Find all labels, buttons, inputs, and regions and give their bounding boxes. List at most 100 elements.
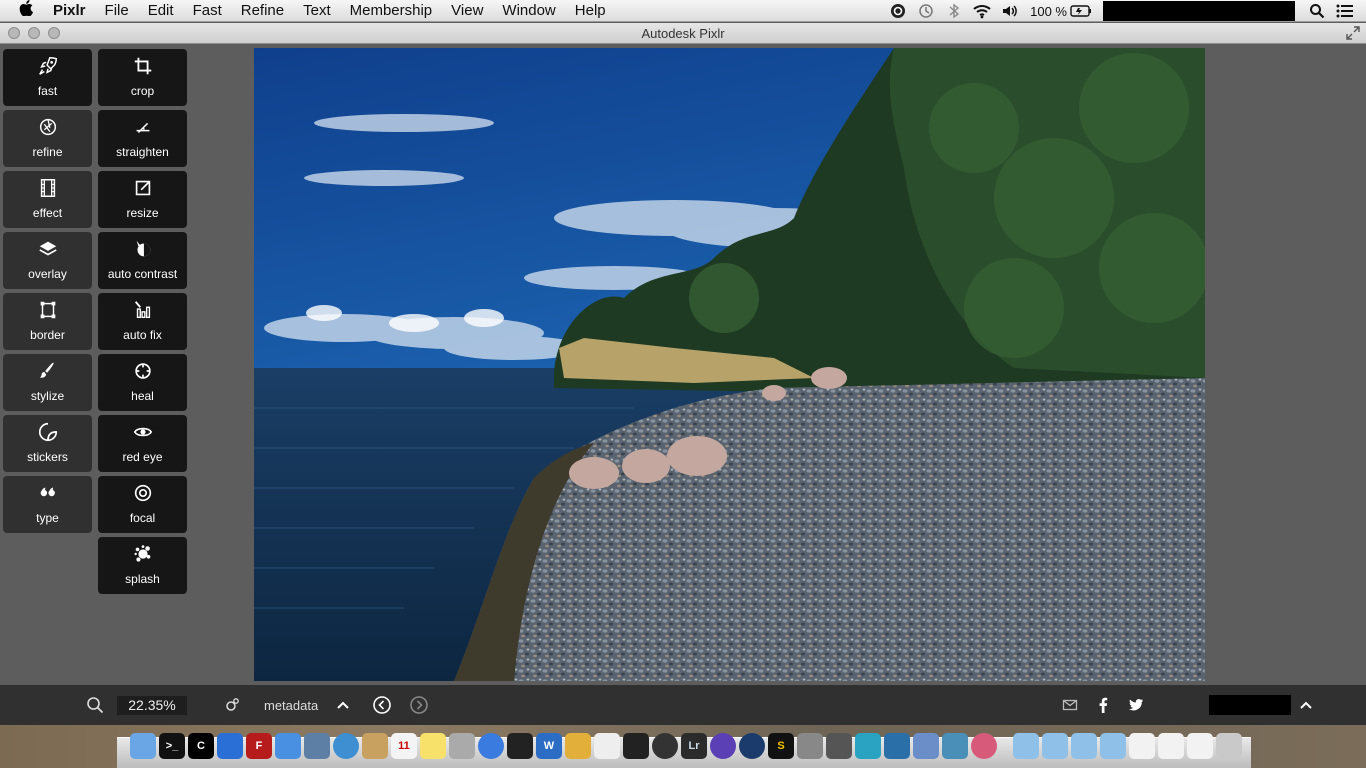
next-image-button[interactable] [409, 685, 429, 725]
app-edit-icon[interactable] [565, 733, 591, 759]
app-pmk-icon[interactable] [884, 733, 910, 759]
zoom-icon[interactable] [86, 685, 104, 725]
calendar-icon[interactable]: 11 [391, 733, 417, 759]
app-s-icon[interactable]: S [768, 733, 794, 759]
menu-fast[interactable]: Fast [193, 2, 222, 19]
tool-stickers[interactable]: stickers [3, 415, 92, 472]
window-title: Autodesk Pixlr [641, 26, 725, 41]
window-minimize-button[interactable] [28, 27, 40, 39]
zoom-field[interactable]: 22.35% [117, 695, 187, 715]
window-close-button[interactable] [8, 27, 20, 39]
documents-folder-icon[interactable] [1042, 733, 1068, 759]
itunes-icon[interactable] [478, 733, 504, 759]
volume-icon[interactable] [999, 2, 1021, 20]
spotlight-search-icon[interactable] [1306, 2, 1328, 20]
folder-icon[interactable] [1100, 733, 1126, 759]
calculator-icon[interactable] [449, 733, 475, 759]
window-zoom-button[interactable] [48, 27, 60, 39]
document-stack-3-icon[interactable] [1187, 733, 1213, 759]
tool-effect[interactable]: effect [3, 171, 92, 228]
filezilla-icon[interactable]: F [246, 733, 272, 759]
menu-text[interactable]: Text [303, 2, 331, 19]
menu-view[interactable]: View [451, 2, 483, 19]
preview-icon[interactable] [304, 733, 330, 759]
contacts-icon[interactable] [362, 733, 388, 759]
tool-heal[interactable]: heal [98, 354, 187, 411]
dropbox-icon[interactable] [275, 733, 301, 759]
document-stack-2-icon[interactable] [1158, 733, 1184, 759]
tool-label: refine [32, 145, 63, 159]
chevron-up-icon[interactable] [336, 685, 350, 725]
time-machine-icon[interactable] [915, 2, 937, 20]
tool-refine[interactable]: refine [3, 110, 92, 167]
tool-overlay[interactable]: overlay [3, 232, 92, 289]
app-pics-icon[interactable] [942, 733, 968, 759]
app-image-icon[interactable] [913, 733, 939, 759]
tool-straighten[interactable]: straighten [98, 110, 187, 167]
safari-icon[interactable] [333, 733, 359, 759]
menu-membership[interactable]: Membership [350, 2, 433, 19]
fullscreen-icon[interactable] [1346, 25, 1360, 46]
app-photo-icon[interactable] [594, 733, 620, 759]
tool-focal[interactable]: focal [98, 476, 187, 533]
tool-red-eye[interactable]: red eye [98, 415, 187, 472]
notes-icon[interactable] [420, 733, 446, 759]
landscape-photo [254, 48, 1205, 681]
tool-label: resize [126, 206, 159, 220]
panel-toggle-chevron-icon[interactable] [1299, 685, 1313, 725]
app-pencil-icon[interactable] [507, 733, 533, 759]
app-stack-icon[interactable] [826, 733, 852, 759]
notification-center-icon[interactable] [1334, 2, 1356, 20]
menu-help[interactable]: Help [575, 2, 606, 19]
brush-icon [3, 360, 92, 382]
tool-auto-fix[interactable]: auto fix [98, 293, 187, 350]
apple-menu-icon[interactable] [8, 0, 44, 21]
compare-icon[interactable] [224, 685, 242, 725]
trash-icon[interactable] [1216, 733, 1242, 759]
word-icon[interactable]: W [536, 733, 562, 759]
tool-auto-contrast[interactable]: auto contrast [98, 232, 187, 289]
tool-resize[interactable]: resize [98, 171, 187, 228]
app-c-icon[interactable]: C [188, 733, 214, 759]
applications-folder-icon[interactable] [1013, 733, 1039, 759]
terminal-icon[interactable]: >_ [159, 733, 185, 759]
wifi-icon[interactable] [971, 2, 993, 20]
app-info-icon[interactable] [739, 733, 765, 759]
angle-icon [98, 116, 187, 138]
downloads-folder-icon[interactable] [1071, 733, 1097, 759]
bluetooth-icon[interactable] [943, 2, 965, 20]
tool-fast[interactable]: fast [3, 49, 92, 106]
menu-window[interactable]: Window [502, 2, 555, 19]
tool-border[interactable]: border [3, 293, 92, 350]
menu-edit[interactable]: Edit [148, 2, 174, 19]
quote-icon [3, 482, 92, 504]
teamviewer-icon[interactable] [217, 733, 243, 759]
photo-canvas[interactable] [254, 48, 1205, 681]
tool-splash[interactable]: splash [98, 537, 187, 594]
twitter-share-icon[interactable] [1128, 685, 1144, 725]
app-camera-icon[interactable] [797, 733, 823, 759]
email-share-icon[interactable] [1062, 685, 1078, 725]
menu-refine[interactable]: Refine [241, 2, 284, 19]
tool-stylize[interactable]: stylize [3, 354, 92, 411]
metadata-button[interactable]: metadata [264, 685, 318, 725]
facebook-share-icon[interactable] [1098, 685, 1108, 725]
app-menu[interactable]: Pixlr [53, 2, 86, 19]
tool-type[interactable]: type [3, 476, 92, 533]
menu-file[interactable]: File [105, 2, 129, 19]
app-orb-icon[interactable] [710, 733, 736, 759]
app-lens-icon[interactable] [652, 733, 678, 759]
app-diamond-icon[interactable] [855, 733, 881, 759]
tool-crop[interactable]: crop [98, 49, 187, 106]
battery-icon[interactable] [1070, 2, 1092, 20]
screen-record-icon[interactable] [887, 2, 909, 20]
tool-label: border [30, 328, 65, 342]
status-area: 100 % [884, 0, 1366, 22]
tool-label: stylize [30, 389, 65, 403]
finder-icon[interactable] [130, 733, 156, 759]
document-stack-icon[interactable] [1129, 733, 1155, 759]
app-wheel-icon[interactable] [971, 733, 997, 759]
app-color-icon[interactable] [623, 733, 649, 759]
previous-image-button[interactable] [372, 685, 392, 725]
lightroom-icon[interactable]: Lr [681, 733, 707, 759]
